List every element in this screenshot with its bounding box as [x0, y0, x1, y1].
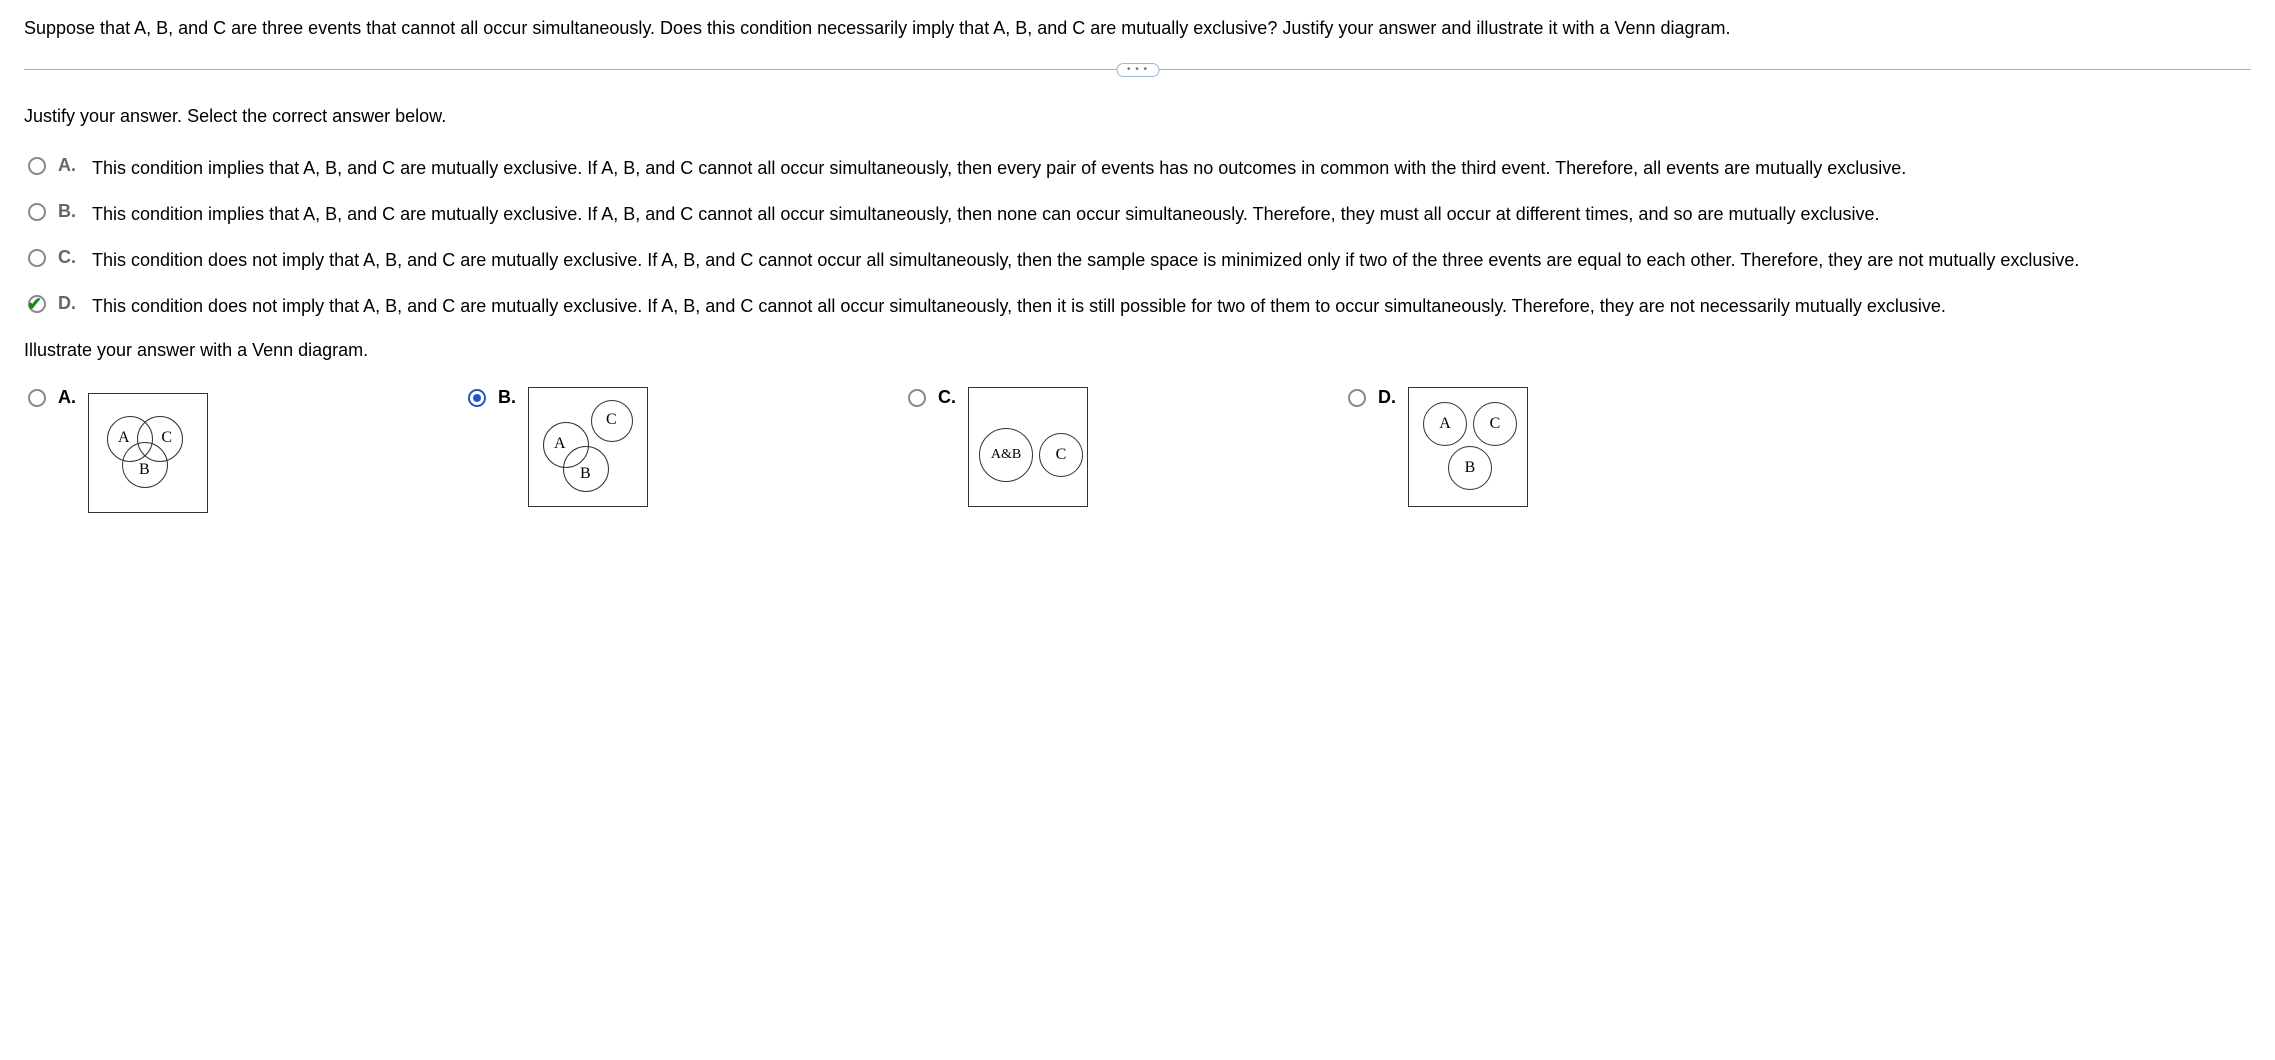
venn-d-circle-A: A [1423, 402, 1467, 446]
question-text: Suppose that A, B, and C are three event… [24, 16, 2251, 41]
venn-radio-c[interactable] [908, 389, 926, 407]
venn-b-label-C: C [606, 411, 617, 429]
venn-d-circle-B: B [1448, 446, 1492, 490]
option-c-letter: C. [58, 247, 80, 268]
venn-c-circle-AB: A&B [979, 428, 1033, 482]
venn-diagram-d: A C B [1408, 387, 1528, 507]
venn-instruction: Illustrate your answer with a Venn diagr… [24, 340, 2251, 361]
venn-options-row: A. A C B B. A B C C. A&B C [28, 387, 2251, 513]
venn-c-label-C: C [1056, 446, 1067, 464]
venn-b-letter: B. [498, 387, 516, 408]
option-d-text: This condition does not imply that A, B,… [92, 293, 2251, 319]
venn-a-label-A: A [118, 429, 130, 447]
radio-c[interactable] [28, 249, 46, 267]
venn-option-a[interactable]: A. A C B [28, 387, 208, 513]
venn-d-label-A: A [1439, 415, 1451, 433]
venn-diagram-c: A&B C [968, 387, 1088, 507]
divider-handle[interactable]: • • • [1116, 63, 1159, 77]
checkmark-icon: ✔ [27, 294, 42, 315]
radio-a[interactable] [28, 157, 46, 175]
venn-diagram-b: A B C [528, 387, 648, 507]
radio-d[interactable]: ✔ [28, 295, 46, 313]
venn-section: Illustrate your answer with a Venn diagr… [24, 340, 2251, 513]
venn-a-circle-B: B [122, 442, 168, 488]
venn-radio-a[interactable] [28, 389, 46, 407]
venn-c-letter: C. [938, 387, 956, 408]
venn-d-label-B: B [1465, 459, 1476, 477]
option-b-letter: B. [58, 201, 80, 222]
venn-a-label-C: C [161, 429, 172, 447]
radio-b[interactable] [28, 203, 46, 221]
venn-d-label-C: C [1490, 415, 1501, 433]
venn-d-letter: D. [1378, 387, 1396, 408]
venn-radio-b[interactable] [468, 389, 486, 407]
option-d-letter: D. [58, 293, 80, 314]
justify-options: A. This condition implies that A, B, and… [28, 155, 2251, 319]
venn-b-circle-B: B [563, 446, 609, 492]
option-a-row[interactable]: A. This condition implies that A, B, and… [28, 155, 2251, 181]
option-d-row[interactable]: ✔ D. This condition does not imply that … [28, 293, 2251, 319]
venn-option-d[interactable]: D. A C B [1348, 387, 1528, 507]
option-b-row[interactable]: B. This condition implies that A, B, and… [28, 201, 2251, 227]
venn-c-label-AB: A&B [991, 447, 1021, 463]
venn-b-circle-C: C [591, 400, 633, 442]
venn-b-label-A: A [554, 435, 566, 453]
venn-a-letter: A. [58, 387, 76, 408]
venn-d-circle-C: C [1473, 402, 1517, 446]
option-c-text: This condition does not imply that A, B,… [92, 247, 2251, 273]
option-c-row[interactable]: C. This condition does not imply that A,… [28, 247, 2251, 273]
section-divider: • • • [24, 69, 2251, 70]
venn-radio-d[interactable] [1348, 389, 1366, 407]
option-b-text: This condition implies that A, B, and C … [92, 201, 2251, 227]
option-a-text: This condition implies that A, B, and C … [92, 155, 2251, 181]
venn-a-label-B: B [139, 461, 150, 479]
venn-diagram-a: A C B [88, 393, 208, 513]
venn-c-circle-C: C [1039, 433, 1083, 477]
justify-instruction: Justify your answer. Select the correct … [24, 106, 2251, 127]
option-a-letter: A. [58, 155, 80, 176]
venn-option-c[interactable]: C. A&B C [908, 387, 1088, 507]
venn-option-b[interactable]: B. A B C [468, 387, 648, 507]
venn-b-label-B: B [580, 465, 591, 483]
